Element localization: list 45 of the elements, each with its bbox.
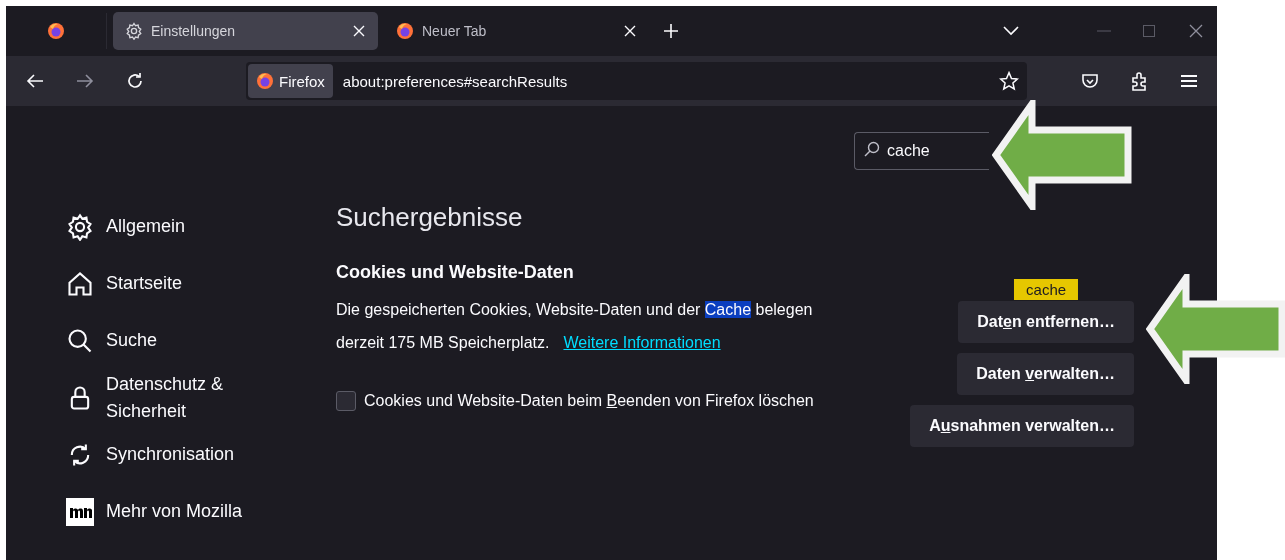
- back-arrow-icon: [26, 74, 44, 88]
- star-icon[interactable]: [999, 71, 1019, 91]
- identity-chip[interactable]: Firefox: [248, 64, 333, 98]
- sidebar-item[interactable]: Datenschutz & Sicherheit: [66, 369, 336, 426]
- plus-icon: [663, 23, 679, 39]
- puzzle-icon: [1131, 71, 1149, 91]
- menu-icon: [1181, 74, 1197, 88]
- section-title: Cookies und Website-Daten: [336, 262, 575, 283]
- search-icon: [66, 326, 94, 355]
- sidebar-item[interactable]: Synchronisation: [66, 426, 336, 483]
- sidebar-item[interactable]: Allgemein: [66, 198, 336, 255]
- action-button[interactable]: Daten entfernen…: [958, 301, 1134, 343]
- minimize-icon: [1097, 30, 1111, 32]
- checkbox[interactable]: [336, 391, 356, 411]
- url-text: about:preferences#searchResults: [342, 72, 569, 90]
- sidebar-item[interactable]: Startseite: [66, 255, 336, 312]
- description-text: Die gespeicherten Cookies, Website-Daten und der Cache belegen derzeit 175 MB Speicherplatz. Weitere Informationen: [336, 300, 814, 353]
- browser-logo-icon: [256, 72, 274, 90]
- more-info-link[interactable]: Weitere Informationen: [563, 334, 721, 351]
- browser-logo-icon: [47, 22, 65, 40]
- sidebar-item[interactable]: Mehr von Mozilla: [66, 483, 336, 540]
- sidebar-item[interactable]: Suche: [66, 312, 336, 369]
- action-button[interactable]: Ausnahmen verwalten…: [910, 405, 1134, 447]
- gear-icon: [125, 22, 143, 40]
- forward-arrow-icon: [76, 74, 94, 88]
- action-button[interactable]: Daten verwalten…: [957, 353, 1134, 395]
- search-field[interactable]: cache: [854, 132, 989, 170]
- gear-icon: [66, 212, 94, 241]
- close-icon[interactable]: [352, 24, 366, 38]
- reload-icon: [126, 72, 144, 90]
- page-heading: Suchergebnisse: [336, 201, 524, 234]
- pocket-icon: [1081, 72, 1099, 90]
- identity-label: Firefox: [279, 72, 325, 90]
- checkbox-label: Cookies und Website-Daten beim Beenden von Firefox löschen: [364, 392, 814, 410]
- close-icon: [1189, 24, 1203, 38]
- browser-tab[interactable]: Einstellungen: [113, 12, 378, 50]
- search-icon: [864, 141, 880, 157]
- browser-logo-icon: [396, 22, 414, 40]
- close-icon[interactable]: [623, 24, 637, 38]
- chevron-down-icon: [1003, 26, 1019, 36]
- maximize-icon: [1143, 25, 1155, 37]
- address-bar[interactable]: Firefox about:preferences#searchResults: [246, 62, 1027, 100]
- browser-tab[interactable]: Neuer Tab: [384, 12, 649, 50]
- mozilla-logo-icon: [66, 497, 94, 526]
- match-tooltip: cache: [1014, 279, 1079, 300]
